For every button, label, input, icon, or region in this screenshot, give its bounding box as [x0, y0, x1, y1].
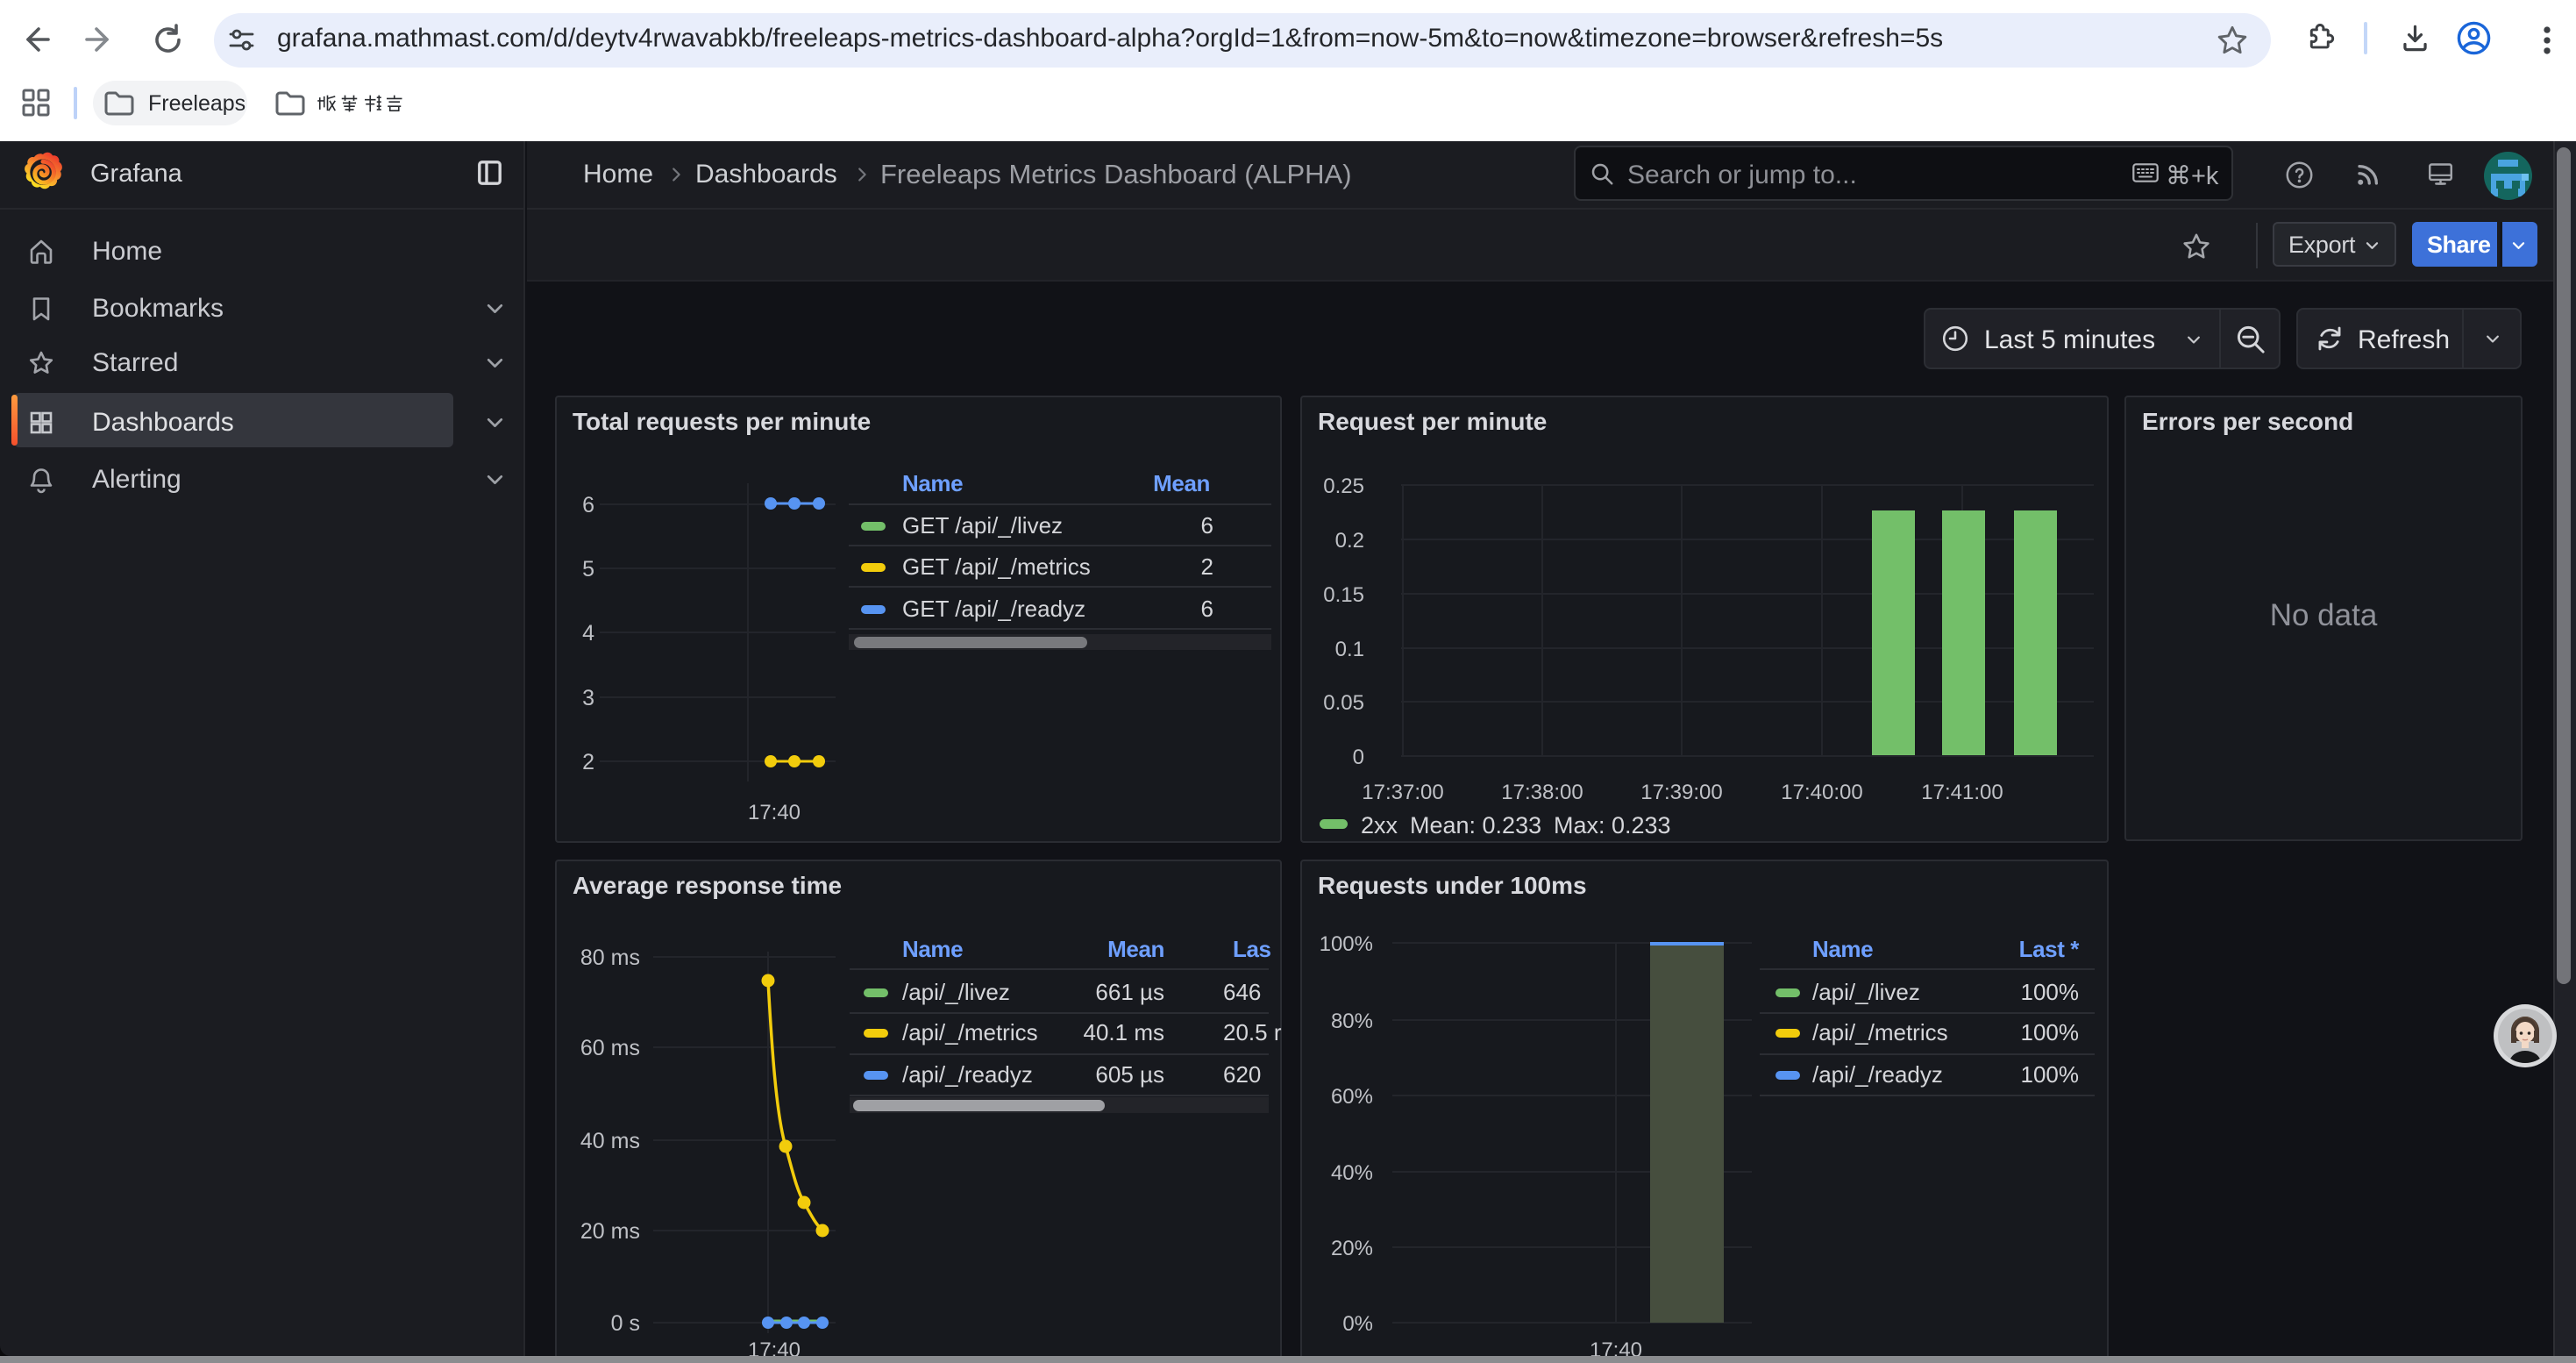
svg-text:/api/_/livez: /api/_/livez	[1812, 979, 1920, 1005]
svg-text:GET /api/_/metrics: GET /api/_/metrics	[902, 553, 1091, 580]
svg-text:4: 4	[582, 621, 594, 646]
svg-text:Mean: 0.233: Mean: 0.233	[1410, 812, 1541, 838]
svg-text:80 ms: 80 ms	[580, 946, 640, 970]
svg-text:/api/_/metrics: /api/_/metrics	[1812, 1019, 1948, 1045]
svg-text:Las: Las	[1233, 936, 1271, 962]
svg-text:/api/_/livez: /api/_/livez	[902, 979, 1010, 1005]
svg-text:0.15: 0.15	[1323, 583, 1364, 607]
svg-text:0%: 0%	[1342, 1312, 1373, 1336]
svg-text:20%: 20%	[1331, 1237, 1373, 1260]
svg-text:60%: 60%	[1331, 1085, 1373, 1109]
svg-text:Mean: Mean	[1153, 470, 1210, 496]
svg-text:100%: 100%	[2021, 1061, 2080, 1088]
svg-text:20.5 r: 20.5 r	[1223, 1019, 1282, 1045]
svg-text:646: 646	[1223, 979, 1261, 1005]
svg-text:100%: 100%	[1320, 932, 1373, 956]
svg-text:100%: 100%	[2021, 979, 2080, 1005]
svg-text:40%: 40%	[1331, 1161, 1373, 1185]
svg-text:0 s: 0 s	[611, 1311, 640, 1336]
svg-text:6: 6	[1201, 596, 1213, 622]
svg-text:Name: Name	[902, 470, 963, 496]
svg-text:100%: 100%	[2021, 1019, 2080, 1045]
svg-text:2: 2	[1201, 553, 1213, 580]
svg-text:40.1 ms: 40.1 ms	[1084, 1019, 1165, 1045]
svg-text:6: 6	[1201, 512, 1213, 539]
svg-text:40 ms: 40 ms	[580, 1129, 640, 1153]
svg-text:17:40: 17:40	[748, 801, 801, 824]
svg-text:2: 2	[582, 750, 594, 774]
svg-text:605 µs: 605 µs	[1095, 1061, 1164, 1088]
svg-text:80%: 80%	[1331, 1010, 1373, 1033]
svg-text:17:41:00: 17:41:00	[1921, 781, 2003, 804]
svg-text:GET /api/_/livez: GET /api/_/livez	[902, 512, 1063, 539]
svg-text:GET /api/_/readyz: GET /api/_/readyz	[902, 596, 1085, 622]
svg-text:17:39:00: 17:39:00	[1640, 781, 1722, 804]
svg-text:Last *: Last *	[2019, 936, 2081, 962]
svg-text:Max: 0.233: Max: 0.233	[1554, 812, 1671, 838]
svg-text:3: 3	[582, 686, 594, 710]
svg-text:Mean: Mean	[1107, 936, 1164, 962]
svg-text:/api/_/readyz: /api/_/readyz	[1812, 1061, 1943, 1088]
svg-text:0.25: 0.25	[1323, 475, 1364, 498]
svg-text:620: 620	[1223, 1061, 1261, 1088]
svg-text:Name: Name	[1812, 936, 1873, 962]
svg-text:6: 6	[582, 493, 594, 517]
svg-text:0: 0	[1353, 746, 1364, 769]
svg-text:Name: Name	[902, 936, 963, 962]
svg-text:17:38:00: 17:38:00	[1501, 781, 1583, 804]
svg-text:661 µs: 661 µs	[1095, 979, 1164, 1005]
svg-text:/api/_/metrics: /api/_/metrics	[902, 1019, 1038, 1045]
svg-text:5: 5	[582, 557, 594, 582]
svg-text:17:40:00: 17:40:00	[1781, 781, 1862, 804]
svg-text:0.05: 0.05	[1323, 691, 1364, 715]
svg-text:20 ms: 20 ms	[580, 1219, 640, 1244]
svg-text:0.2: 0.2	[1335, 529, 1364, 553]
svg-text:60 ms: 60 ms	[580, 1036, 640, 1060]
svg-text:/api/_/readyz: /api/_/readyz	[902, 1061, 1033, 1088]
svg-text:17:37:00: 17:37:00	[1362, 781, 1443, 804]
svg-text:2xx: 2xx	[1361, 812, 1398, 838]
svg-text:0.1: 0.1	[1335, 638, 1364, 661]
